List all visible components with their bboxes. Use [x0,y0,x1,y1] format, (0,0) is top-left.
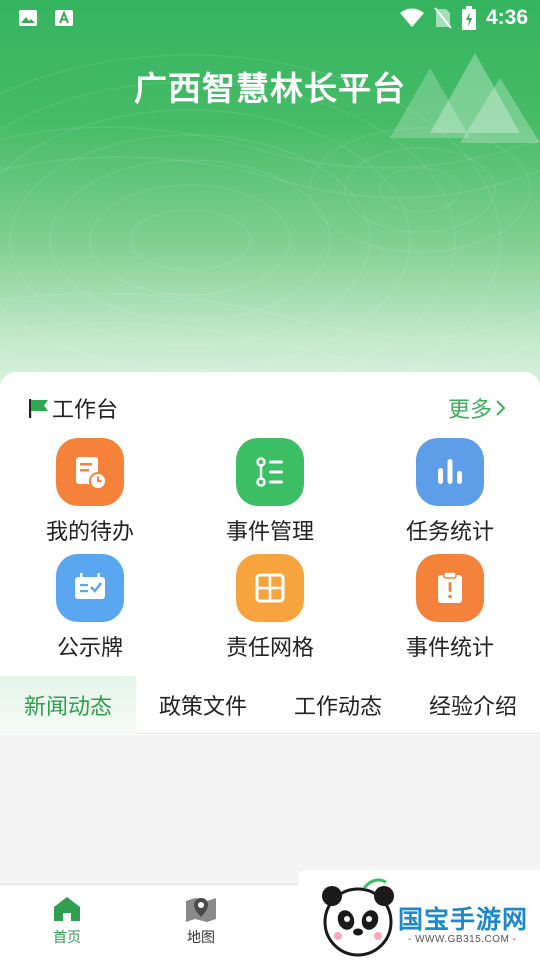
image-notification-icon [19,10,37,26]
tile-event-stats[interactable]: 事件统计 [360,554,540,662]
tile-label: 公示牌 [56,635,123,660]
todo-clock-icon [56,438,124,506]
bar-stats-icon [416,438,484,506]
workbench-title: 工作台 [52,397,119,422]
tile-event-management[interactable]: 事件管理 [180,438,360,546]
tab-news[interactable]: 新闻动态 [0,676,136,734]
more-label: 更多 [447,397,492,422]
alert-clipboard-icon [416,554,484,622]
status-bar: 4:36 [0,0,540,38]
nav-label: 地图 [187,929,215,945]
wifi-icon [399,8,424,27]
mountain-decoration [390,53,540,143]
nav-map[interactable]: 地图 [161,895,241,947]
nav-label: 首页 [53,929,81,945]
chevron-right-icon [496,400,506,416]
grid-icon [236,554,304,622]
no-sim-icon [434,7,452,29]
watermark-text: 国宝手游网 [398,906,529,934]
battery-charging-icon [461,6,476,30]
watermark-url: - WWW.GB315.COM - [408,934,517,945]
flag-icon [29,399,48,418]
tile-my-todo[interactable]: 我的待办 [0,438,180,546]
tab-policy-docs[interactable]: 政策文件 [136,676,270,734]
tab-work-updates[interactable]: 工作动态 [270,676,406,734]
tile-label: 事件管理 [225,519,314,544]
tile-label: 事件统计 [405,635,494,660]
tab-experience[interactable]: 经验介绍 [406,676,540,734]
font-notification-icon [55,10,73,26]
more-link[interactable]: 更多 [448,392,508,424]
tile-label: 我的待办 [45,519,134,544]
nav-home[interactable]: 首页 [27,895,107,947]
tile-responsibility-grid[interactable]: 责任网格 [180,554,360,662]
header-banner: 4:36 广西智慧林长平台 [0,0,540,400]
map-pin-icon [186,898,216,922]
tile-label: 任务统计 [405,519,494,544]
tile-notice-board[interactable]: 公示牌 [0,554,180,662]
notice-board-icon [56,554,124,622]
tile-task-stats[interactable]: 任务统计 [360,438,540,546]
event-list-icon [236,438,304,506]
panda-logo-icon [322,878,394,957]
clock-time: 4:36 [485,6,528,29]
workbench-header: 工作台 [28,392,118,424]
news-tabs: 新闻动态 政策文件 工作动态 经验介绍 [0,676,540,734]
news-list-area [0,735,540,884]
site-watermark: 国宝手游网 - WWW.GB315.COM - [298,870,540,960]
tile-label: 责任网格 [225,635,314,660]
home-icon [54,897,80,921]
